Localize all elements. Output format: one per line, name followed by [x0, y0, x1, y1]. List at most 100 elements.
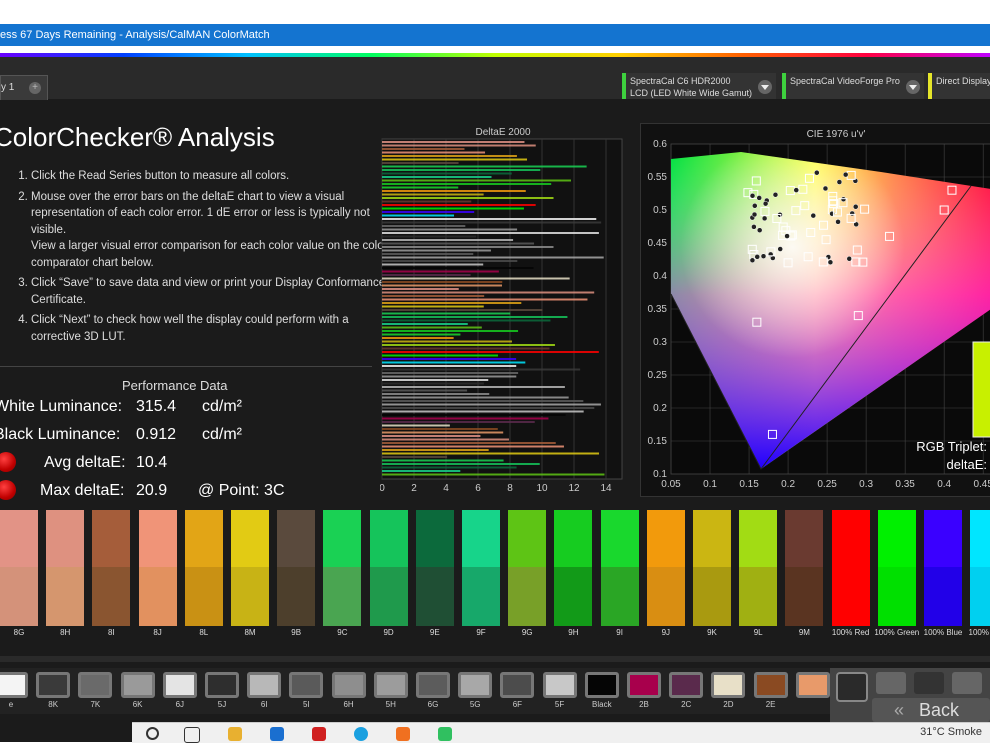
app-icon[interactable] [396, 727, 410, 741]
color-point-button[interactable] [331, 672, 366, 698]
color-swatch[interactable]: 9K [693, 510, 731, 637]
color-swatch[interactable]: 9F [462, 510, 500, 637]
color-swatch[interactable]: 9M [785, 510, 824, 637]
measured-point[interactable] [852, 204, 859, 210]
deltae-bar[interactable] [382, 407, 595, 409]
measured-point[interactable] [761, 215, 768, 222]
color-swatch[interactable]: 100% Green [874, 510, 919, 637]
color-swatch[interactable]: 100% Cyan [969, 510, 990, 637]
deltae-bar[interactable] [382, 200, 472, 203]
deltae-bar[interactable] [382, 263, 484, 266]
deltae-bar[interactable] [382, 361, 526, 364]
deltae-bar[interactable] [382, 435, 481, 437]
measured-point[interactable] [827, 259, 834, 266]
deltae-bar[interactable] [382, 400, 584, 402]
measured-point[interactable] [756, 195, 762, 201]
deltae-bar[interactable] [382, 379, 489, 381]
color-point-button[interactable] [542, 672, 577, 698]
measured-point[interactable] [846, 256, 853, 262]
color-point-button[interactable] [162, 672, 197, 698]
deltae-bar[interactable] [382, 319, 551, 322]
color-swatch[interactable]: 9J [646, 510, 685, 637]
deltae-bar[interactable] [382, 176, 492, 178]
task-view-icon[interactable] [184, 727, 200, 743]
deltae-bar[interactable] [382, 151, 486, 154]
deltae-bar[interactable] [382, 211, 475, 213]
color-swatch[interactable]: 9D [369, 510, 408, 637]
deltae-bar[interactable] [382, 466, 517, 469]
deltae-bar[interactable] [382, 463, 540, 465]
deltae-bar[interactable] [382, 340, 512, 343]
color-point-strip[interactable]: e 8K 7K 6K 6J 5J 6I 5I 6H 5H 6G 5G 6F 5F Black 2B 2C 2D 2E [0, 668, 830, 714]
search-icon[interactable] [146, 727, 159, 740]
measured-point[interactable] [842, 171, 849, 178]
deltae-bar[interactable] [382, 144, 536, 147]
deltae-bar[interactable] [382, 183, 552, 185]
deltae-bar[interactable] [382, 179, 572, 182]
deltae-bar[interactable] [382, 421, 535, 423]
deltae-bar[interactable] [382, 284, 503, 287]
save-icon[interactable] [952, 672, 982, 694]
measured-point[interactable] [835, 219, 841, 225]
deltae-bar[interactable] [382, 274, 471, 276]
deltae-bar[interactable] [382, 445, 564, 448]
deltae-bar[interactable] [382, 228, 518, 231]
deltae-bar[interactable] [382, 197, 554, 199]
color-swatch[interactable]: 9B [277, 510, 316, 637]
color-swatch[interactable]: 100% Blue [924, 510, 962, 637]
measured-point[interactable] [749, 257, 756, 264]
deltae-bar[interactable] [382, 375, 517, 378]
deltae-bar[interactable] [382, 148, 465, 150]
deltae-bar[interactable] [382, 249, 491, 252]
deltae-bar[interactable] [382, 172, 512, 175]
deltae-bar[interactable] [382, 410, 584, 413]
measured-point[interactable] [751, 224, 757, 230]
measured-point[interactable] [836, 179, 843, 185]
deltae-bar[interactable] [382, 333, 461, 336]
color-swatch[interactable]: 8G [0, 510, 38, 637]
deltae-bar[interactable] [382, 368, 581, 371]
chevron-down-icon[interactable] [906, 80, 920, 94]
calman-icon[interactable] [438, 727, 452, 741]
deltae-bar[interactable] [382, 207, 524, 210]
cie-chart[interactable]: CIE 1976 u'v' 0.05 0.1 0.15 0.2 0.25 0.3 0.35 0… [640, 123, 990, 497]
deltae-bar[interactable] [382, 382, 484, 385]
deltae-bar[interactable] [382, 295, 485, 297]
color-swatch[interactable]: 8M [231, 510, 269, 637]
deltae-bar[interactable] [382, 218, 597, 220]
color-point-button[interactable] [36, 672, 71, 698]
deltae-bar[interactable] [382, 358, 517, 360]
color-point-button[interactable] [120, 672, 155, 698]
color-point-button[interactable] [669, 672, 704, 698]
deltae-bar[interactable] [382, 214, 455, 217]
deltae-bar[interactable] [382, 186, 459, 189]
measured-point[interactable] [751, 211, 758, 218]
deltae-bar[interactable] [382, 162, 459, 164]
color-swatch[interactable]: 9L [739, 510, 778, 637]
measured-point[interactable] [810, 212, 817, 219]
display-selector[interactable]: Direct Display [928, 73, 990, 99]
color-swatch[interactable]: 9G [508, 510, 547, 637]
record-icon[interactable] [876, 672, 906, 694]
deltae-bar[interactable] [382, 424, 450, 427]
color-point-button[interactable] [247, 672, 282, 698]
deltae-bar[interactable] [382, 452, 600, 455]
deltae-bar[interactable] [382, 431, 504, 434]
measured-point[interactable] [822, 185, 829, 192]
measured-point[interactable] [772, 192, 779, 198]
color-swatch[interactable]: 9E [415, 510, 454, 637]
color-point-button[interactable] [289, 672, 324, 698]
deltae-bar[interactable] [382, 344, 555, 346]
deltae-bar[interactable] [382, 155, 517, 157]
deltae-bar[interactable] [382, 298, 588, 301]
deltae-bar[interactable] [382, 442, 556, 444]
color-swatch[interactable]: 9H [554, 510, 593, 637]
measured-point[interactable] [793, 187, 800, 193]
deltae-bar[interactable] [382, 204, 536, 206]
color-point-button[interactable] [795, 672, 830, 698]
deltae-bar[interactable] [382, 256, 604, 259]
deltae-bar[interactable] [382, 337, 454, 339]
deltae-bar[interactable] [382, 459, 504, 462]
deltae-bar[interactable] [382, 372, 519, 374]
deltae-bar[interactable] [382, 141, 525, 143]
